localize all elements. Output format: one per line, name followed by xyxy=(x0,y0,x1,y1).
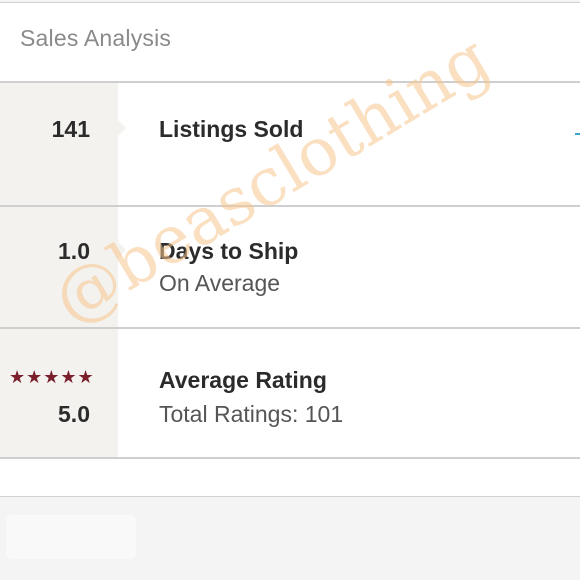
blurred-region xyxy=(6,515,136,559)
average-rating-value: 5.0 xyxy=(58,401,90,427)
row-pointer xyxy=(118,242,126,258)
average-rating-title: Average Rating xyxy=(159,367,327,393)
listings-sold-value: 141 xyxy=(51,116,90,142)
total-ratings-subtitle: Total Ratings: 101 xyxy=(159,401,344,427)
sales-analysis-card: Sales Analysis 141 Listings Sold 1.0 Day… xyxy=(0,2,580,497)
star-rating-icon: ★★★★★ xyxy=(9,367,95,387)
row-pointer xyxy=(118,120,126,136)
card-title: Sales Analysis xyxy=(20,25,172,51)
accent-mark xyxy=(575,133,580,135)
days-to-ship-title: Days to Ship xyxy=(159,238,299,264)
card-header: Sales Analysis xyxy=(0,3,580,83)
days-to-ship-subtitle: On Average xyxy=(159,270,281,296)
stat-row-listings-sold: 141 Listings Sold xyxy=(0,83,580,207)
days-to-ship-value: 1.0 xyxy=(58,238,90,264)
stat-row-days-to-ship: 1.0 Days to Ship On Average xyxy=(0,207,580,329)
listings-sold-title: Listings Sold xyxy=(159,116,304,142)
page: Sales Analysis 141 Listings Sold 1.0 Day… xyxy=(0,0,580,580)
stat-row-average-rating: ★★★★★ 5.0 Average Rating Total Ratings: … xyxy=(0,329,580,459)
